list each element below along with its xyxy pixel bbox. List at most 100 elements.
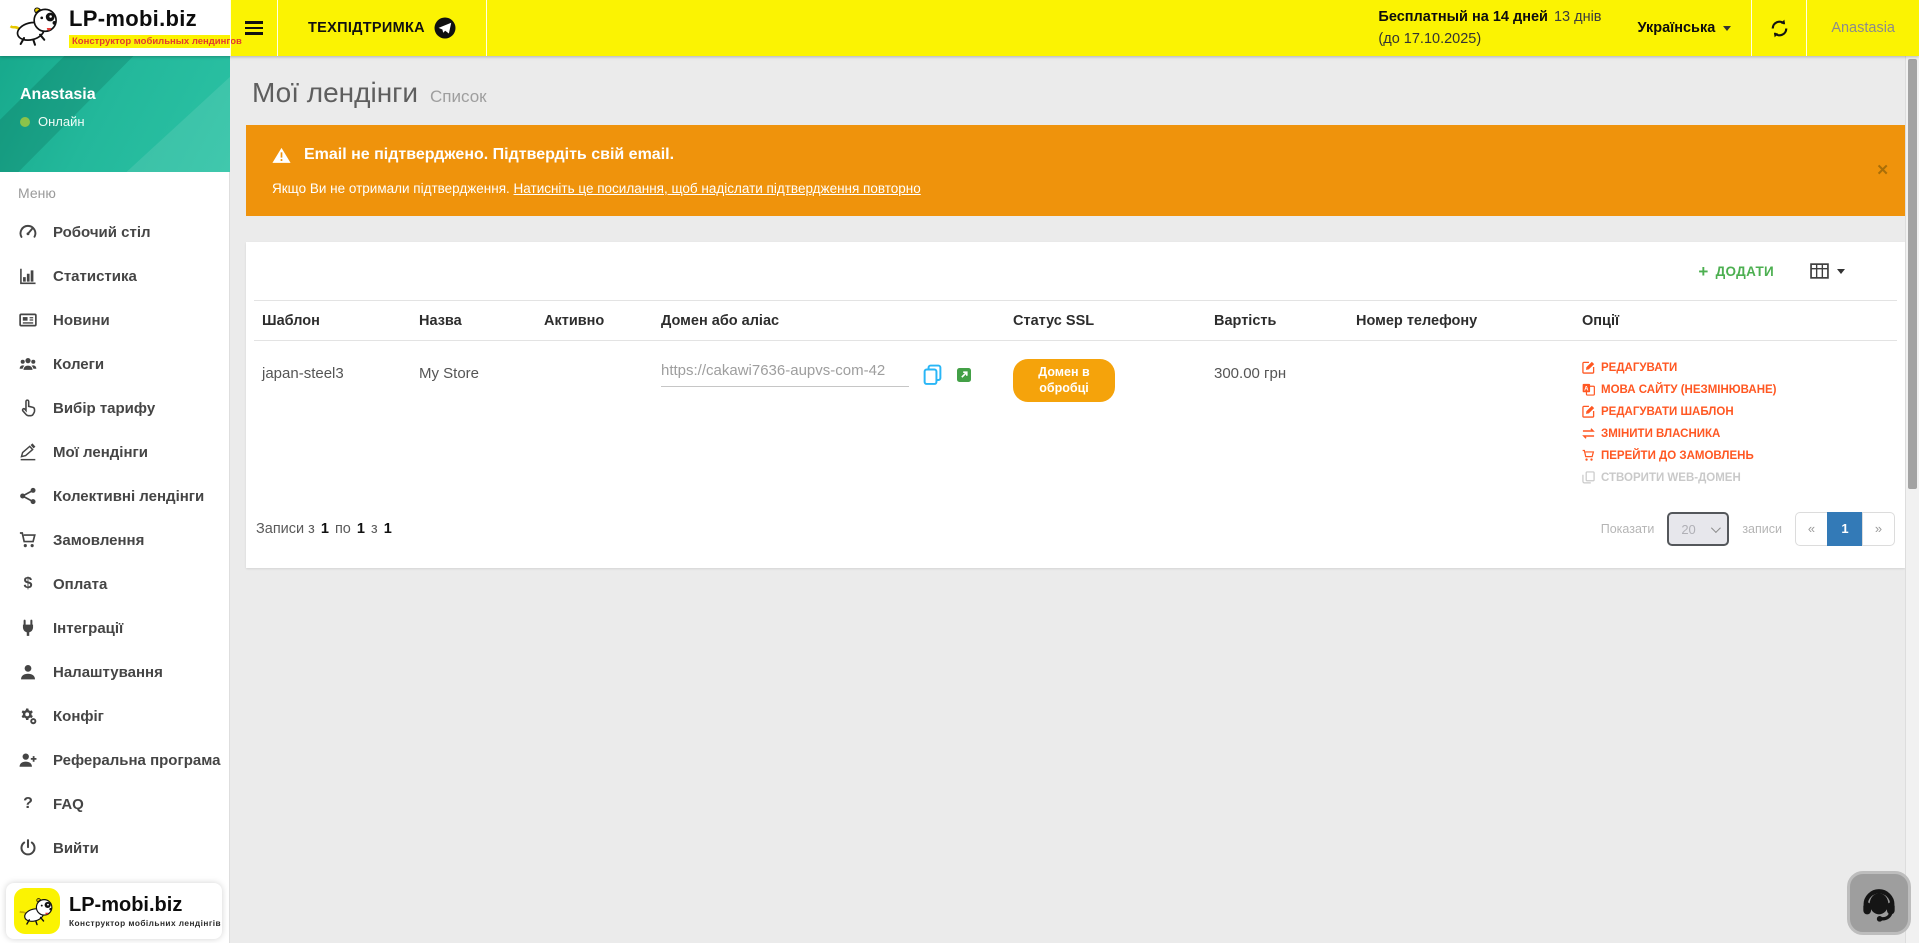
option-edit-template[interactable]: РЕДАГУВАТИ ШАБЛОН xyxy=(1582,405,1889,418)
chevron-down-icon xyxy=(1711,523,1721,533)
email-warning-banner: Email не підтверджено. Підтвердіть свій … xyxy=(246,125,1905,216)
footer-logo-subtitle: Конструктор мобільних лендінгів xyxy=(69,918,221,928)
warning-triangle-icon xyxy=(272,147,291,164)
landings-table: Шаблон Назва Активно Домен або аліас Ста… xyxy=(254,300,1897,502)
cart-icon xyxy=(1582,449,1595,462)
column-header-phone: Номер телефону xyxy=(1348,301,1574,341)
plug-icon xyxy=(18,619,38,637)
edit-icon xyxy=(1582,361,1595,374)
newspaper-icon xyxy=(18,311,38,329)
option-edit[interactable]: РЕДАГУВАТИ xyxy=(1582,361,1889,374)
page-size-value: 20 xyxy=(1681,522,1695,537)
pagination-next-button[interactable]: » xyxy=(1862,512,1895,546)
headset-icon xyxy=(1859,883,1899,923)
page-header: Мої лендінги Список xyxy=(246,56,1905,125)
sidebar-item-referral[interactable]: Реферальна програма xyxy=(0,738,230,782)
sidebar-footer-logo[interactable]: LP-mobi.biz Конструктор мобільних лендін… xyxy=(6,883,222,939)
resend-confirmation-link[interactable]: Натисніть це посилання, щоб надіслати пі… xyxy=(514,181,921,196)
sidebar-item-tariff[interactable]: Вибір тарифу xyxy=(0,386,230,430)
sidebar-item-news[interactable]: Новини xyxy=(0,298,230,342)
sidebar-item-label: Інтеграції xyxy=(53,620,123,637)
menu-section-label: Меню xyxy=(0,172,230,210)
scrollbar-thumb[interactable] xyxy=(1908,59,1917,489)
telegram-icon xyxy=(434,17,456,39)
sidebar-item-logout[interactable]: Вийти xyxy=(0,826,230,870)
sidebar-item-label: Замовлення xyxy=(53,532,144,549)
table-view-button[interactable] xyxy=(1810,263,1845,279)
option-change-owner[interactable]: ЗМІНИТИ ВЛАСНИКА xyxy=(1582,427,1889,440)
sidebar-item-settings[interactable]: Налаштування xyxy=(0,650,230,694)
row-options: РЕДАГУВАТИ A МОВА САЙТУ (НЕЗМІНЮВАНЕ) РЕ… xyxy=(1582,361,1889,484)
cell-name: My Store xyxy=(411,341,536,503)
pagination-prev-button[interactable]: « xyxy=(1795,512,1828,546)
sidebar-item-label: Статистика xyxy=(53,268,137,285)
option-site-language[interactable]: A МОВА САЙТУ (НЕЗМІНЮВАНЕ) xyxy=(1582,383,1889,396)
scrollbar[interactable] xyxy=(1905,56,1919,943)
pagination: « 1 » xyxy=(1795,512,1895,546)
banner-close-button[interactable]: ✕ xyxy=(1876,163,1889,178)
user-icon xyxy=(18,663,38,681)
sidebar-item-integrations[interactable]: Інтеграції xyxy=(0,606,230,650)
sidebar-item-colleagues[interactable]: Колеги xyxy=(0,342,230,386)
page-size-select[interactable]: 20 xyxy=(1667,512,1729,546)
logo-subtitle: Конструктор мобильных лендингов xyxy=(69,35,245,48)
sidebar-item-collective-landings[interactable]: Колективні лендінги xyxy=(0,474,230,518)
sidebar: Anastasia Онлайн Меню Робочий стіл Стати… xyxy=(0,56,230,943)
sidebar-toggle-button[interactable] xyxy=(230,0,278,56)
edit-icon xyxy=(1582,405,1595,418)
footer-logo-title: LP-mobi.biz xyxy=(69,894,221,916)
sidebar-item-label: Конфіг xyxy=(53,708,104,725)
chevron-down-icon xyxy=(1837,269,1845,274)
domain-input[interactable] xyxy=(661,362,909,387)
refresh-button[interactable] xyxy=(1751,0,1807,56)
topbar-spacer xyxy=(487,0,1378,56)
show-label: Показати xyxy=(1601,522,1655,536)
language-select[interactable]: Українська xyxy=(1618,0,1752,56)
column-header-name: Назва xyxy=(411,301,536,341)
share-icon xyxy=(18,487,38,505)
sidebar-item-label: Оплата xyxy=(53,576,107,593)
sidebar-item-statistics[interactable]: Статистика xyxy=(0,254,230,298)
users-icon xyxy=(18,355,38,373)
add-landing-button[interactable]: + ДОДАТИ xyxy=(1698,263,1774,280)
dog-mascot-icon xyxy=(8,6,62,50)
refresh-icon xyxy=(1770,19,1789,38)
sidebar-item-dashboard[interactable]: Робочий стіл xyxy=(0,210,230,254)
sidebar-item-label: Вибір тарифу xyxy=(53,400,155,417)
sidebar-user-status: Онлайн xyxy=(38,114,85,129)
copy-button[interactable] xyxy=(922,364,943,385)
sidebar-item-payment[interactable]: $ Оплата xyxy=(0,562,230,606)
sidebar-item-orders[interactable]: Замовлення xyxy=(0,518,230,562)
bar-chart-icon xyxy=(18,267,38,285)
landings-card: + ДОДАТИ Шаблон Назва Активно Доме xyxy=(246,242,1905,568)
option-go-to-orders[interactable]: ПЕРЕЙТИ ДО ЗАМОВЛЕНЬ xyxy=(1582,449,1889,462)
hand-pointer-icon xyxy=(18,399,38,417)
user-menu[interactable]: Anastasia xyxy=(1807,0,1919,56)
card-toolbar: + ДОДАТИ xyxy=(254,242,1897,300)
banner-title: Email не підтверджено. Підтвердіть свій … xyxy=(304,146,674,164)
cell-phone xyxy=(1348,341,1574,503)
pagination-page-1-button[interactable]: 1 xyxy=(1827,512,1863,546)
sidebar-item-my-landings[interactable]: Мої лендінги xyxy=(0,430,230,474)
trial-info: Бесплатный на 14 дней13 днів (до 17.10.2… xyxy=(1378,0,1617,56)
records-label: записи xyxy=(1742,522,1782,536)
trial-days-left: 13 днів xyxy=(1554,9,1602,25)
app-logo[interactable]: LP-mobi.biz Конструктор мобильных лендин… xyxy=(0,0,230,56)
tech-support-button[interactable]: ТЕХПІДТРИМКА xyxy=(278,0,487,56)
column-header-price: Вартість xyxy=(1206,301,1348,341)
table-footer: Записи з 1 по 1 з 1 Показати 20 записи «… xyxy=(254,502,1897,562)
page-subtitle: Список xyxy=(430,87,487,107)
sidebar-item-label: FAQ xyxy=(53,796,84,813)
support-chat-button[interactable] xyxy=(1847,871,1911,935)
open-site-button[interactable] xyxy=(956,367,972,383)
sidebar-item-config[interactable]: Конфіг xyxy=(0,694,230,738)
logo-title: LP-mobi.biz xyxy=(69,6,197,31)
option-create-web-domain: СТВОРИТИ WEB-ДОМЕН xyxy=(1582,471,1889,484)
sidebar-item-label: Налаштування xyxy=(53,664,163,681)
sidebar-item-label: Мої лендінги xyxy=(53,444,148,461)
trial-plan-label: Бесплатный на 14 дней xyxy=(1378,9,1548,25)
sidebar-item-faq[interactable]: ? FAQ xyxy=(0,782,230,826)
plus-icon: + xyxy=(1698,263,1708,280)
column-header-ssl: Статус SSL xyxy=(1005,301,1206,341)
language-label: Українська xyxy=(1638,20,1716,36)
